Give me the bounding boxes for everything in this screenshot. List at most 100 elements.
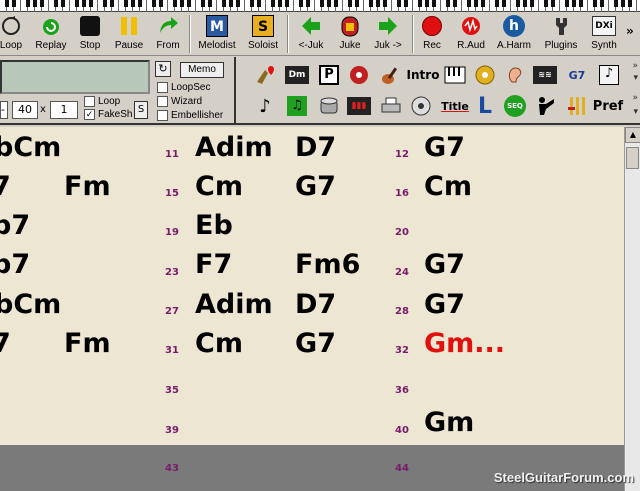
replay-button[interactable]: Replay xyxy=(34,14,68,54)
piano-white-key[interactable] xyxy=(63,0,70,12)
chord-cell[interactable]: Eb xyxy=(195,210,233,241)
embellisher-box[interactable] xyxy=(157,110,168,121)
scroll-up-icon[interactable]: ▲ xyxy=(625,127,640,143)
chord-cell[interactable]: D7 xyxy=(295,132,336,163)
chord-sheet[interactable]: bCm 7 Fm b7 b7 bCm 7 Fm 11 Adim D7 15 Cm… xyxy=(0,127,624,445)
waveform-icon[interactable]: ≋≋ xyxy=(532,62,558,88)
memo-button[interactable]: Memo xyxy=(180,62,224,78)
vertical-scrollbar[interactable]: ▲ xyxy=(624,127,640,491)
chord-cell[interactable]: Fm xyxy=(64,171,111,202)
record-audio-button[interactable]: R.Aud xyxy=(454,14,488,54)
piano-white-key[interactable] xyxy=(602,0,609,12)
loopsec-checkbox[interactable]: LoopSec xyxy=(157,82,210,93)
printer-icon[interactable] xyxy=(378,93,404,119)
fakesh-checkbox[interactable]: ✓ FakeSh xyxy=(84,109,132,120)
current-chord-cell[interactable]: Gm... xyxy=(424,328,505,359)
piano-white-key[interactable] xyxy=(140,0,147,12)
piano-white-key[interactable] xyxy=(112,0,119,12)
piano-white-key[interactable] xyxy=(630,0,637,12)
chord-cell[interactable]: Fm xyxy=(64,328,111,359)
chord-cell[interactable]: Adim xyxy=(195,289,273,320)
chord-cell[interactable]: b7 xyxy=(0,249,30,280)
chord-cell[interactable]: F7 xyxy=(195,249,232,280)
title-button[interactable]: Title xyxy=(440,93,470,119)
piano-white-key[interactable] xyxy=(385,0,392,12)
panel-scroll-right-icon[interactable]: » xyxy=(632,61,638,71)
audio-disc-icon[interactable] xyxy=(346,62,372,88)
chord-cell[interactable]: bCm xyxy=(0,289,61,320)
stop-button[interactable]: Stop xyxy=(74,14,106,54)
wizard-box[interactable] xyxy=(157,96,168,107)
repeat-count-field[interactable]: 1 xyxy=(50,101,78,119)
toolbar-overflow-icon[interactable]: » xyxy=(626,24,634,38)
loop-button[interactable]: Loop xyxy=(0,14,28,54)
note-icon[interactable]: ♪ xyxy=(252,93,278,119)
piano-keyboard-strip[interactable] xyxy=(0,0,640,12)
piano-white-key[interactable] xyxy=(581,0,588,12)
preferences-button[interactable]: Pref xyxy=(593,93,623,119)
chord-cell[interactable]: Fm6 xyxy=(295,249,360,280)
cd-burn-icon[interactable] xyxy=(408,93,434,119)
chord-cell[interactable]: G7 xyxy=(295,328,336,359)
chord-cell[interactable]: Cm xyxy=(195,171,243,202)
chord-cell[interactable]: G7 xyxy=(424,289,465,320)
from-button[interactable]: From xyxy=(152,14,184,54)
ear-icon[interactable] xyxy=(502,62,528,88)
chord-cell[interactable]: bCm xyxy=(0,132,61,163)
soloist-button[interactable]: S Soloist xyxy=(245,14,281,54)
piano-white-key[interactable] xyxy=(434,0,441,12)
juke-button[interactable]: Juke xyxy=(334,14,366,54)
piano-white-key[interactable] xyxy=(14,0,21,12)
panel-expand-icon[interactable]: ▾ xyxy=(633,73,638,83)
piano-white-key[interactable] xyxy=(455,0,462,12)
loopsec-box[interactable] xyxy=(157,82,168,93)
notation-icon[interactable]: ♪ xyxy=(596,62,622,88)
piano-white-key[interactable] xyxy=(238,0,245,12)
chord-cell[interactable]: G7 xyxy=(295,171,336,202)
piano-white-key[interactable] xyxy=(287,0,294,12)
g7-notation-icon[interactable]: G7 xyxy=(564,62,590,88)
l-button[interactable]: L xyxy=(472,93,498,119)
chord-cell[interactable]: Gm xyxy=(424,407,474,438)
plugins-button[interactable]: Plugins xyxy=(542,14,580,54)
drum-icon[interactable] xyxy=(316,93,342,119)
piano-white-key[interactable] xyxy=(553,0,560,12)
intro-button[interactable]: Intro xyxy=(407,62,440,88)
chord-cell[interactable]: G7 xyxy=(424,132,465,163)
guitar-icon[interactable] xyxy=(378,62,404,88)
scroll-thumb[interactable] xyxy=(626,147,639,169)
piano-white-key[interactable] xyxy=(259,0,266,12)
seq-icon[interactable]: SEQ xyxy=(502,93,528,119)
green-note-icon[interactable]: ♫ xyxy=(284,93,310,119)
juke-next-button[interactable]: Juk -> xyxy=(370,14,406,54)
panel-expand-icon[interactable]: ▾ xyxy=(633,107,638,117)
wizard-checkbox[interactable]: Wizard xyxy=(157,96,202,107)
piano-white-key[interactable] xyxy=(504,0,511,12)
piano-white-key[interactable] xyxy=(308,0,315,12)
loop-box[interactable] xyxy=(84,96,95,107)
piano-white-key[interactable] xyxy=(210,0,217,12)
piano-white-key[interactable] xyxy=(189,0,196,12)
rec-button[interactable]: Rec xyxy=(418,14,446,54)
piano-white-key[interactable] xyxy=(336,0,343,12)
piano-white-key[interactable] xyxy=(483,0,490,12)
synth-button[interactable]: DXi Synth xyxy=(588,14,620,54)
chord-cell[interactable]: Adim xyxy=(195,132,273,163)
mixer-icon[interactable]: ▮▮▮ xyxy=(346,93,372,119)
piano-white-key[interactable] xyxy=(91,0,98,12)
chord-cell[interactable]: G7 xyxy=(424,249,465,280)
style-heart-icon[interactable] xyxy=(252,62,278,88)
cd-icon[interactable] xyxy=(472,62,498,88)
keyboard-icon[interactable] xyxy=(442,62,468,88)
chord-cell[interactable]: Cm xyxy=(195,328,243,359)
piano-white-key[interactable] xyxy=(161,0,168,12)
juke-prev-button[interactable]: <-Juk xyxy=(293,14,329,54)
guitarist-icon[interactable] xyxy=(532,93,558,119)
mixer-sliders-icon[interactable] xyxy=(564,93,590,119)
chord-cell[interactable]: 7 xyxy=(0,328,11,359)
loop-checkbox[interactable]: Loop xyxy=(84,96,120,107)
panel-scroll-right-icon[interactable]: » xyxy=(632,93,638,103)
chord-cell[interactable]: b7 xyxy=(0,210,30,241)
pause-button[interactable]: Pause xyxy=(112,14,146,54)
piano-white-key[interactable] xyxy=(357,0,364,12)
